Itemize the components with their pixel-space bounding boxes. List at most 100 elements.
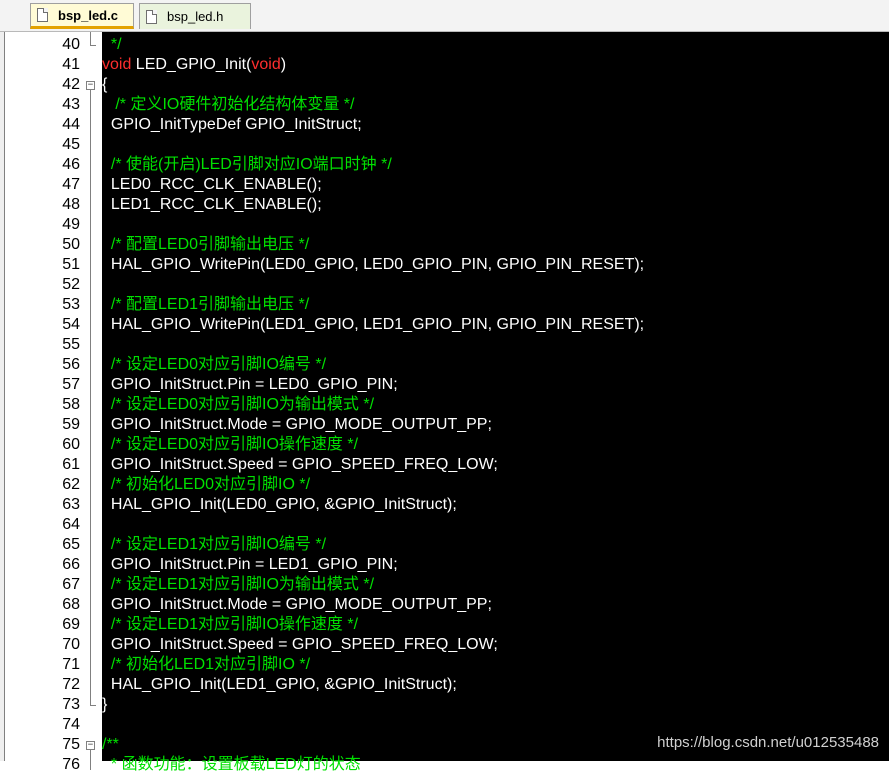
line-number: 40: [62, 36, 80, 53]
line-number: 57: [62, 376, 80, 393]
line-number: 67: [62, 576, 80, 593]
line-number: 47: [62, 176, 80, 193]
code-line[interactable]: /* 配置LED0引脚输出电压 */: [102, 235, 309, 255]
code-line[interactable]: GPIO_InitTypeDef GPIO_InitStruct;: [102, 115, 362, 135]
line-number: 66: [62, 556, 80, 573]
fold-guide: [90, 90, 91, 705]
code-line[interactable]: GPIO_InitStruct.Mode = GPIO_MODE_OUTPUT_…: [102, 415, 492, 435]
code-line[interactable]: /* 定义IO硬件初始化结构体变量 */: [102, 95, 354, 115]
line-number: 75: [62, 736, 80, 753]
code-token: GPIO_InitStruct.Mode = GPIO_MODE_OUTPUT_…: [102, 596, 492, 613]
fold-collapse-icon[interactable]: −: [86, 81, 95, 90]
tab-bsp-led-h[interactable]: bsp_led.h: [139, 3, 251, 29]
code-line[interactable]: /* 设定LED0对应引脚IO为输出模式 */: [102, 395, 374, 415]
code-line[interactable]: /* 配置LED1引脚输出电压 */: [102, 295, 309, 315]
code-line[interactable]: */: [102, 35, 122, 55]
line-number: 52: [62, 276, 80, 293]
code-line[interactable]: }: [102, 695, 107, 715]
code-line[interactable]: GPIO_InitStruct.Pin = LED0_GPIO_PIN;: [102, 375, 398, 395]
comment-token: /* 初始化LED1对应引脚IO */: [102, 656, 311, 673]
code-token: HAL_GPIO_Init(LED1_GPIO, &GPIO_InitStruc…: [102, 676, 457, 693]
line-number: 63: [62, 496, 80, 513]
comment-token: /**: [102, 736, 119, 753]
h-file-icon: [146, 9, 157, 24]
code-line[interactable]: HAL_GPIO_WritePin(LED0_GPIO, LED0_GPIO_P…: [102, 255, 644, 275]
line-number: 69: [62, 616, 80, 633]
code-line[interactable]: /* 初始化LED1对应引脚IO */: [102, 655, 310, 675]
line-number: 54: [62, 316, 80, 333]
line-number: 64: [62, 516, 80, 533]
comment-token: /* 设定LED1对应引脚IO为输出模式 */: [102, 576, 375, 593]
line-number: 55: [62, 336, 80, 353]
code-token: GPIO_InitStruct.Mode = GPIO_MODE_OUTPUT_…: [102, 416, 492, 433]
line-number: 60: [62, 436, 80, 453]
fold-collapse-icon[interactable]: −: [86, 741, 95, 750]
line-number: 46: [62, 156, 80, 173]
comment-token: /* 设定LED1对应引脚IO编号 */: [102, 536, 327, 553]
line-number: 45: [62, 136, 80, 153]
code-line[interactable]: /* 设定LED0对应引脚IO编号 */: [102, 355, 326, 375]
code-token: GPIO_InitTypeDef GPIO_InitStruct;: [102, 116, 362, 133]
code-line[interactable]: /* 设定LED1对应引脚IO编号 */: [102, 535, 326, 555]
code-line[interactable]: /* 设定LED1对应引脚IO操作速度 */: [102, 615, 358, 635]
code-token: GPIO_InitStruct.Speed = GPIO_SPEED_FREQ_…: [102, 456, 498, 473]
code-line[interactable]: /* 设定LED0对应引脚IO操作速度 */: [102, 435, 358, 455]
tab-label: bsp_led.c: [58, 7, 118, 23]
code-line[interactable]: GPIO_InitStruct.Speed = GPIO_SPEED_FREQ_…: [102, 635, 498, 655]
comment-token: * 函数功能：设置板载LED灯的状态: [102, 756, 361, 773]
code-line[interactable]: /* 初始化LED0对应引脚IO */: [102, 475, 310, 495]
code-token: HAL_GPIO_WritePin(LED0_GPIO, LED0_GPIO_P…: [102, 256, 645, 273]
comment-token: /* 定义IO硬件初始化结构体变量 */: [102, 96, 355, 113]
code-line[interactable]: GPIO_InitStruct.Speed = GPIO_SPEED_FREQ_…: [102, 455, 498, 475]
fold-end-marker: [90, 45, 96, 46]
line-number: 65: [62, 536, 80, 553]
code-line[interactable]: void LED_GPIO_Init(void): [102, 55, 286, 75]
code-line[interactable]: /* 设定LED1对应引脚IO为输出模式 */: [102, 575, 374, 595]
line-number: 53: [62, 296, 80, 313]
keyword-token: void: [251, 56, 281, 73]
line-number: 49: [62, 216, 80, 233]
comment-token: /* 设定LED0对应引脚IO编号 */: [102, 356, 327, 373]
comment-token: */: [102, 36, 122, 53]
code-token: GPIO_InitStruct.Speed = GPIO_SPEED_FREQ_…: [102, 636, 498, 653]
line-number: 41: [62, 56, 80, 73]
code-token: GPIO_InitStruct.Pin = LED0_GPIO_PIN;: [102, 376, 398, 393]
line-number: 71: [62, 656, 80, 673]
code-line[interactable]: LED0_RCC_CLK_ENABLE();: [102, 175, 322, 195]
code-line[interactable]: {: [102, 75, 107, 95]
line-number: 70: [62, 636, 80, 653]
code-token: HAL_GPIO_Init(LED0_GPIO, &GPIO_InitStruc…: [102, 496, 457, 513]
tab-label: bsp_led.h: [167, 9, 224, 24]
line-number: 72: [62, 676, 80, 693]
code-token: }: [102, 696, 108, 713]
tab-bsp-led-c[interactable]: bsp_led.c: [30, 3, 134, 29]
watermark: https://blog.csdn.net/u012535488: [657, 734, 879, 751]
line-number: 61: [62, 456, 80, 473]
fold-guide: [90, 32, 91, 45]
comment-token: /* 使能(开启)LED引脚对应IO端口时钟 */: [102, 156, 392, 173]
c-file-icon: [37, 8, 48, 22]
code-line[interactable]: * 函数功能：设置板载LED灯的状态: [102, 755, 361, 775]
code-line[interactable]: /**: [102, 735, 119, 755]
line-number: 44: [62, 116, 80, 133]
code-line[interactable]: GPIO_InitStruct.Pin = LED1_GPIO_PIN;: [102, 555, 398, 575]
line-number: 51: [62, 256, 80, 273]
line-number: 48: [62, 196, 80, 213]
line-number: 58: [62, 396, 80, 413]
line-number: 42: [62, 76, 80, 93]
comment-token: /* 设定LED0对应引脚IO为输出模式 */: [102, 396, 375, 413]
code-token: ): [280, 56, 287, 73]
code-token: LED1_RCC_CLK_ENABLE();: [102, 196, 322, 213]
code-line[interactable]: LED1_RCC_CLK_ENABLE();: [102, 195, 322, 215]
comment-token: /* 配置LED1引脚输出电压 */: [102, 296, 310, 313]
code-line[interactable]: HAL_GPIO_Init(LED0_GPIO, &GPIO_InitStruc…: [102, 495, 457, 515]
comment-token: /* 初始化LED0对应引脚IO */: [102, 476, 311, 493]
code-line[interactable]: /* 使能(开启)LED引脚对应IO端口时钟 */: [102, 155, 392, 175]
code-line[interactable]: HAL_GPIO_Init(LED1_GPIO, &GPIO_InitStruc…: [102, 675, 457, 695]
code-line[interactable]: GPIO_InitStruct.Mode = GPIO_MODE_OUTPUT_…: [102, 595, 492, 615]
line-number: 68: [62, 596, 80, 613]
fold-end-marker: [90, 705, 96, 706]
code-token: LED_GPIO_Init(: [131, 56, 252, 73]
comment-token: /* 设定LED0对应引脚IO操作速度 */: [102, 436, 359, 453]
code-line[interactable]: HAL_GPIO_WritePin(LED1_GPIO, LED1_GPIO_P…: [102, 315, 644, 335]
